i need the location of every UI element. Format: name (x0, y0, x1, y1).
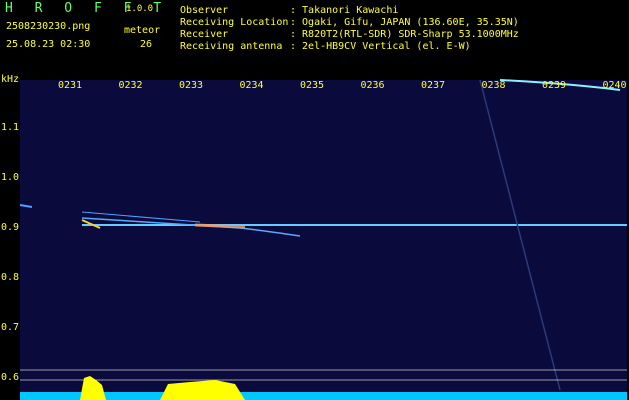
frequency-tick-label: 0.6 (1, 372, 20, 383)
diagonal-trace (479, 79, 561, 391)
frequency-tick-label: 0.8 (1, 272, 20, 283)
time-tick-label: 0240 (602, 80, 627, 91)
frequency-tick-label: 0.7 (1, 322, 20, 333)
time-tick-label: 0238 (481, 80, 506, 91)
time-tick-label: 0234 (239, 80, 264, 91)
meter-band (20, 392, 627, 400)
time-tick-label: 0232 (118, 80, 143, 91)
frequency-tick-label: 1.1 (1, 122, 20, 133)
meteor-trace-1 (81, 217, 301, 237)
left-edge-signal (19, 204, 33, 208)
time-tick-label: 0236 (360, 80, 385, 91)
meteor-bright-segment (194, 223, 246, 229)
frequency-tick-label: 1.0 (1, 172, 20, 183)
meteor-trace-2 (81, 211, 201, 223)
time-tick-label: 0235 (300, 80, 325, 91)
level-spike-2 (160, 380, 245, 400)
time-tick-label: 0239 (542, 80, 567, 91)
time-tick-label: 0233 (179, 80, 204, 91)
time-tick-label: 0237 (421, 80, 446, 91)
frequency-tick-label: 0.9 (1, 222, 20, 233)
time-tick-label: 0231 (58, 80, 83, 91)
spectrogram-overlay (19, 79, 627, 400)
